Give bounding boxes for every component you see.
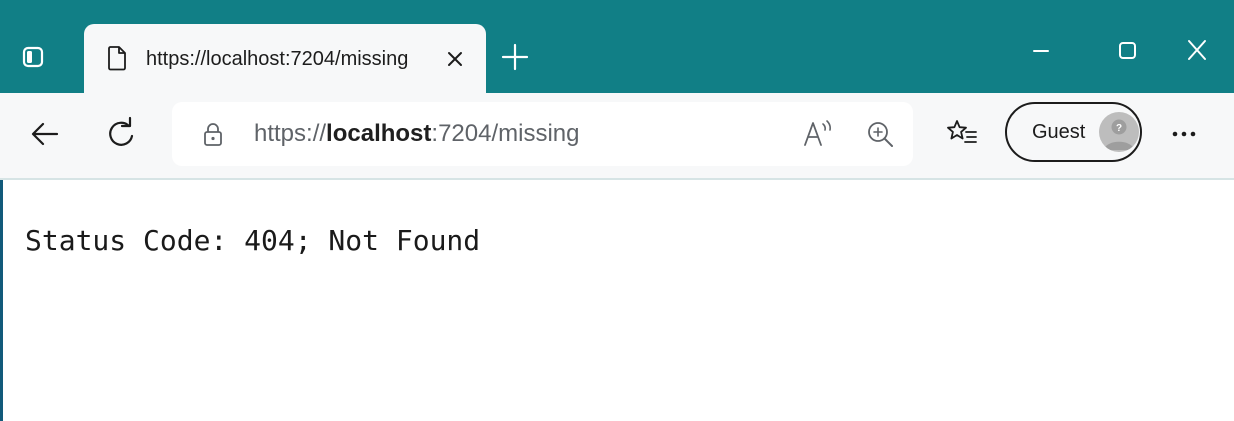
favorites-icon[interactable] <box>946 119 978 154</box>
back-arrow-icon[interactable] <box>28 117 62 156</box>
profile-button[interactable]: Guest ? <box>1005 102 1142 162</box>
guest-avatar-icon: ? <box>1099 112 1139 152</box>
browser-tab[interactable]: https://localhost:7204/missing <box>84 24 486 93</box>
url-host: localhost <box>326 120 432 147</box>
svg-text:?: ? <box>1116 123 1122 134</box>
more-icon[interactable] <box>1170 119 1198 154</box>
plus-icon[interactable] <box>498 40 532 79</box>
profile-label: Guest <box>1032 121 1086 143</box>
lock-icon[interactable] <box>203 122 223 153</box>
url-path: :7204/missing <box>431 120 580 147</box>
refresh-icon[interactable] <box>104 115 138 158</box>
address-bar[interactable]: https://localhost:7204/missing <box>172 102 913 166</box>
url-scheme: https:// <box>254 120 327 147</box>
tab-title: https://localhost:7204/missing <box>146 48 409 70</box>
title-bar: https://localhost:7204/missing <box>0 0 1234 93</box>
minimize-icon[interactable] <box>1018 34 1064 68</box>
navigation-toolbar: https://localhost:7204/missing Guest ? <box>0 93 1234 180</box>
zoom-in-icon[interactable] <box>866 120 896 155</box>
window-close-icon[interactable] <box>1174 34 1220 68</box>
close-icon[interactable] <box>444 48 466 75</box>
read-aloud-icon[interactable] <box>802 118 836 155</box>
page-content: Status Code: 404; Not Found <box>0 180 1234 421</box>
maximize-icon[interactable] <box>1104 34 1150 68</box>
url-text[interactable]: https://localhost:7204/missing <box>254 120 579 148</box>
page-icon <box>107 45 127 76</box>
tab-actions-icon[interactable] <box>16 40 50 74</box>
status-message: Status Code: 404; Not Found <box>25 224 481 257</box>
